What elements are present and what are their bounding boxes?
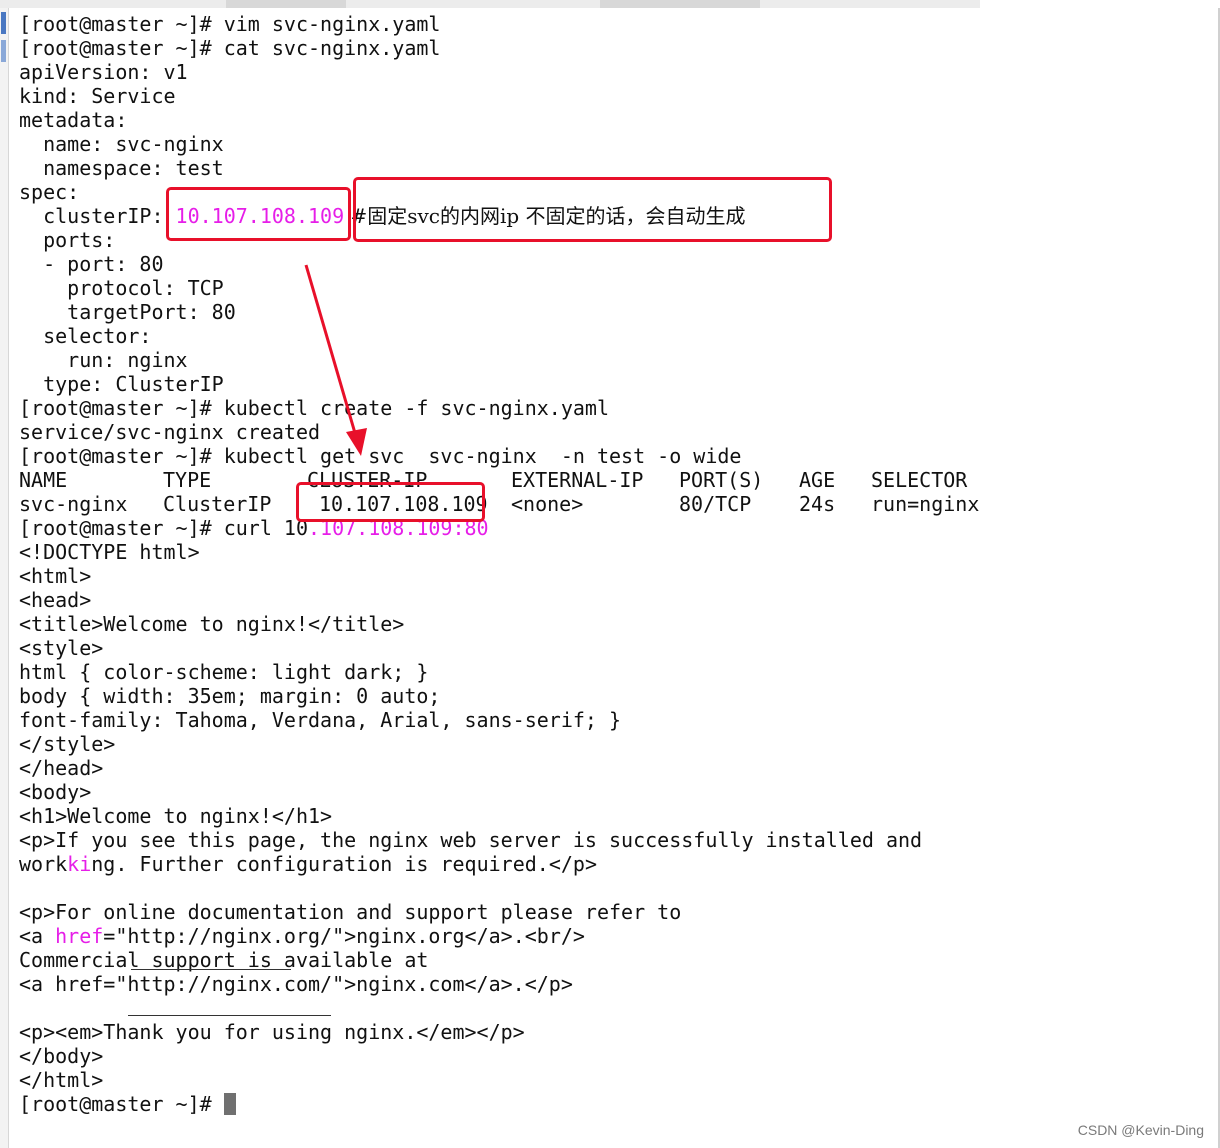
terminal-screenshot: [root@master ~]# vim svc-nginx.yaml [roo… — [0, 0, 1220, 1148]
underline-artifact — [128, 1015, 331, 1016]
watermark: CSDN @Kevin-Ding — [1077, 1122, 1204, 1138]
annotation-arrow-icon — [304, 264, 367, 456]
underline-artifact — [131, 969, 291, 970]
